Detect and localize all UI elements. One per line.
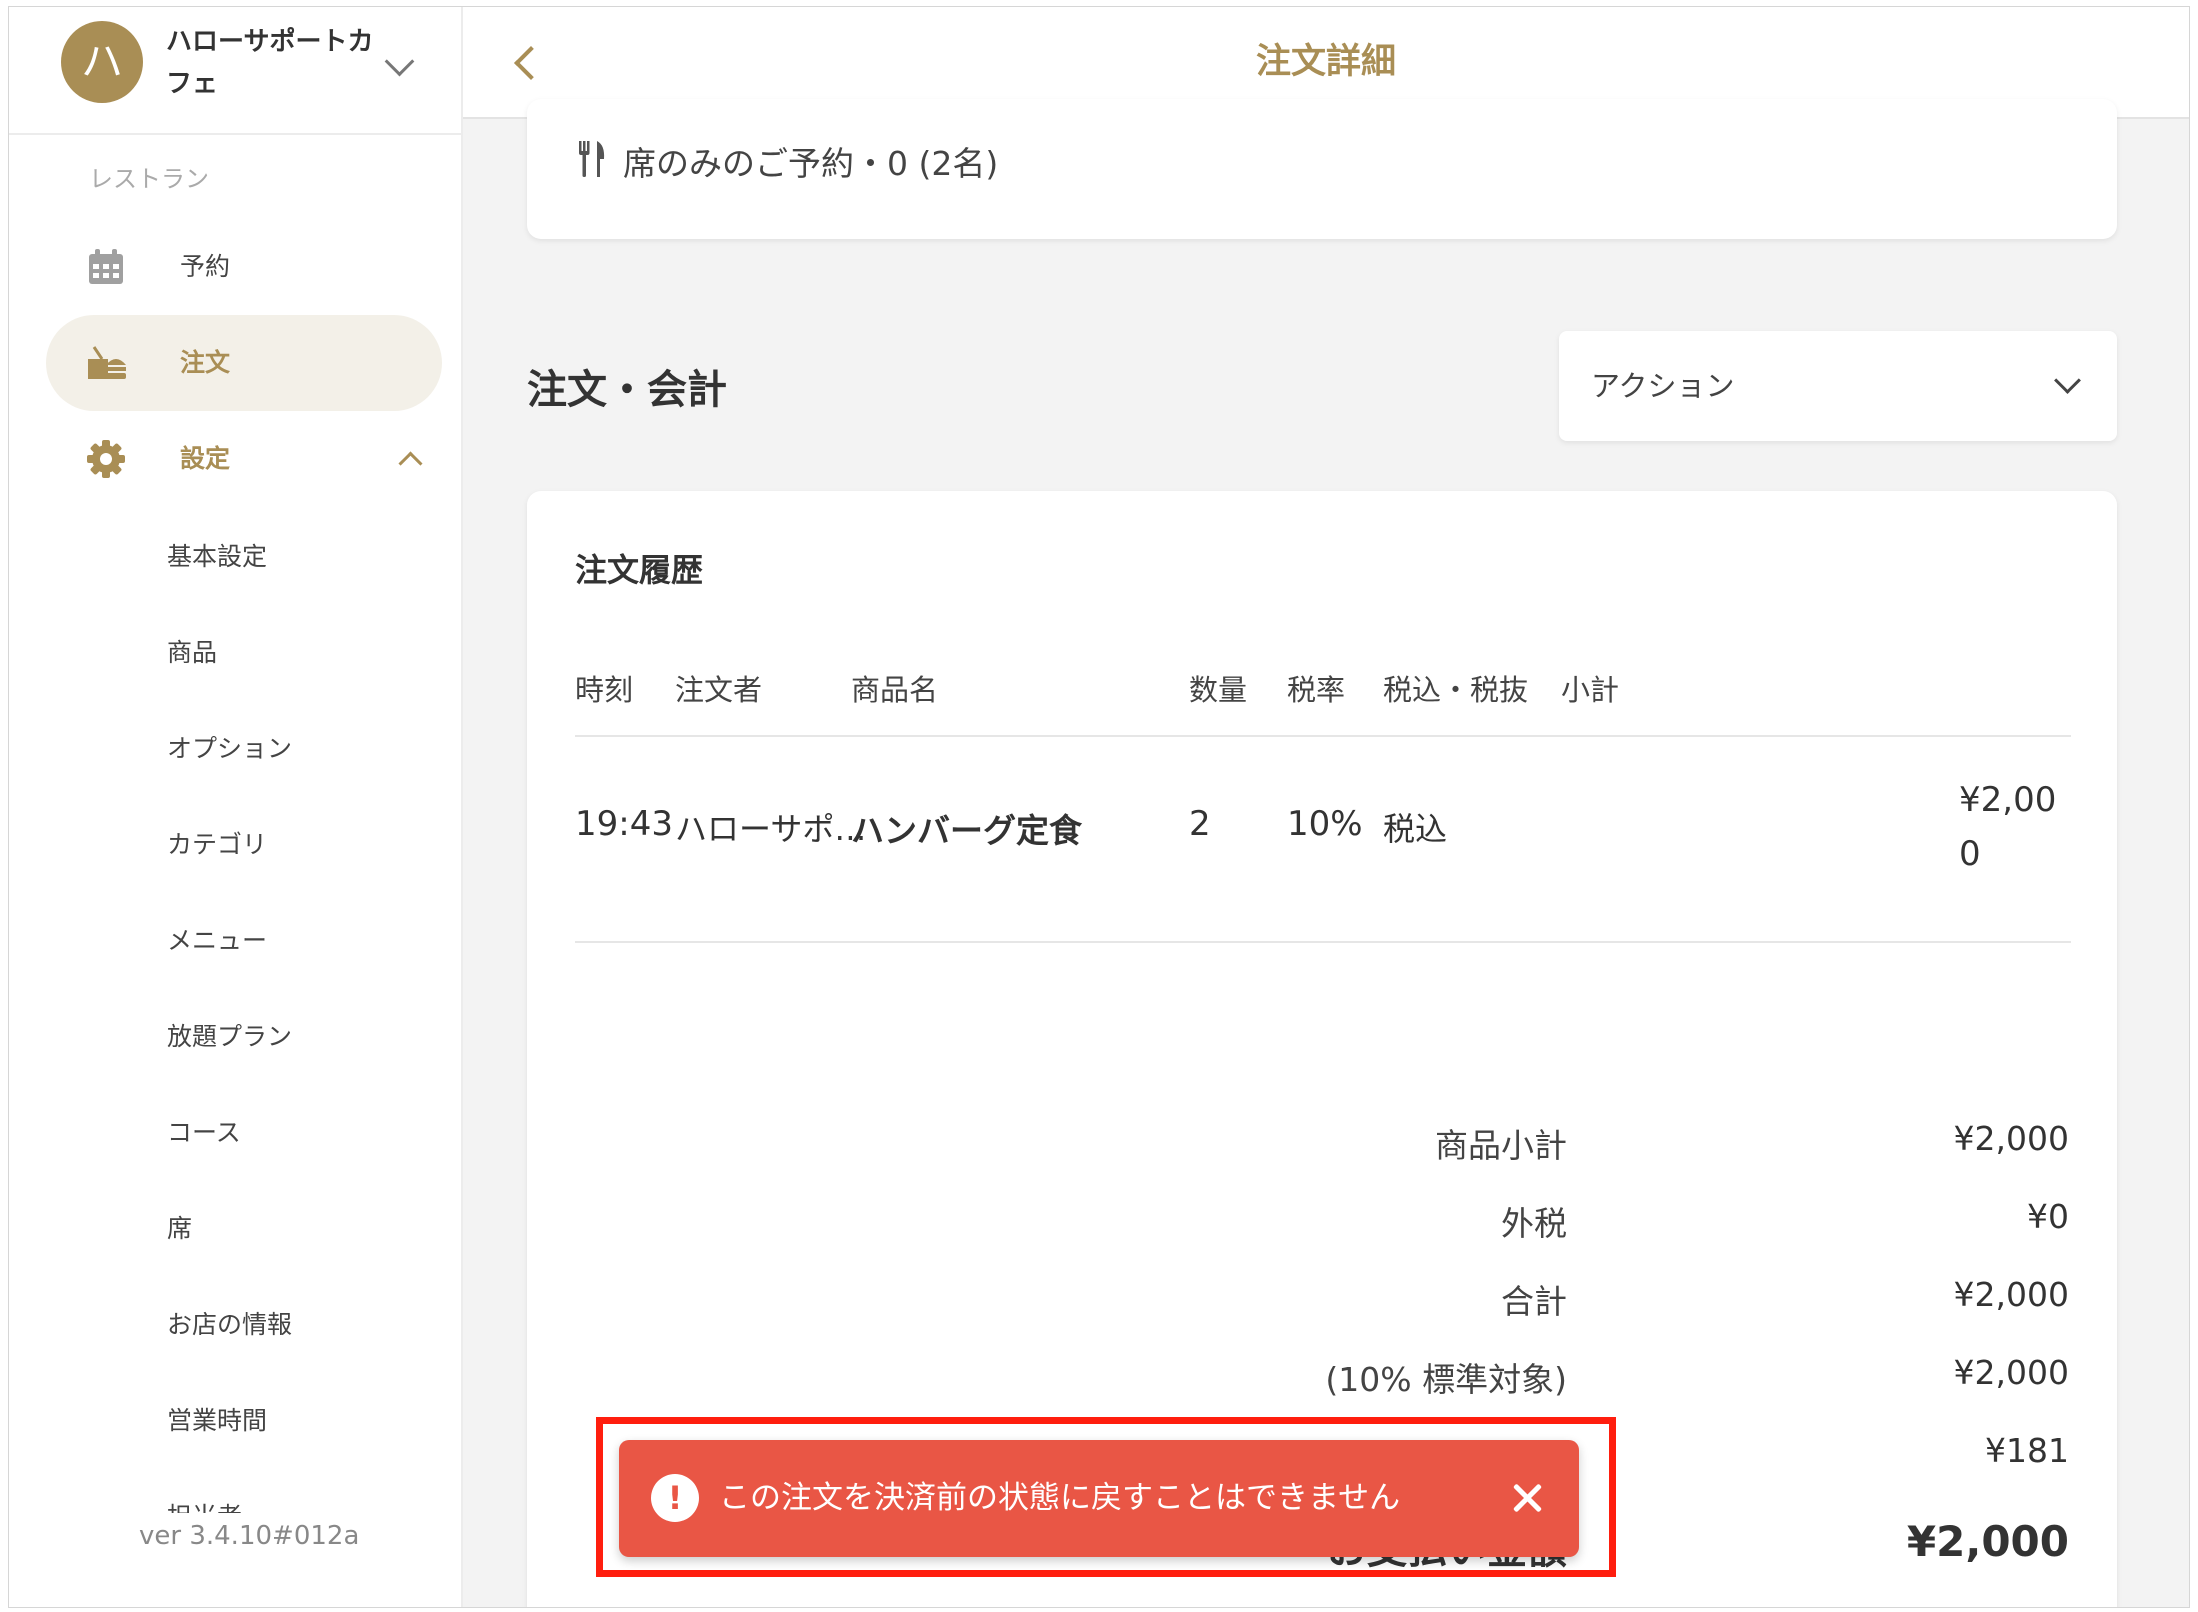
cell-time: 19:43: [575, 804, 673, 844]
payment-amount-value: ¥2,000: [1906, 1517, 2069, 1566]
column-header-quantity: 数量: [1189, 673, 1248, 707]
reservation-card: 席のみのご予約・0 (2名): [527, 99, 2117, 239]
action-select-label: アクション: [1591, 369, 1735, 403]
column-header-orderer: 注文者: [675, 673, 763, 707]
summary-value-standard-rate: ¥2,000: [1953, 1353, 2069, 1392]
column-header-subtotal: 小計: [1561, 673, 1620, 707]
sidebar-item-label: 注文: [180, 348, 231, 377]
summary-label-total: 合計: [1501, 1282, 1567, 1321]
error-toast: ! この注文を決済前の状態に戻すことはできません: [619, 1440, 1579, 1557]
summary-value-total: ¥2,000: [1953, 1275, 2069, 1314]
sidebar-item-label: 設定: [180, 444, 231, 473]
sidebar-item-label: 予約: [180, 252, 231, 281]
summary-label-item-subtotal: 商品小計: [1435, 1126, 1567, 1165]
sidebar-subitem-staff[interactable]: 担当者: [167, 1497, 242, 1513]
cell-product: ハンバーグ定食: [851, 811, 1082, 850]
shop-name: ハローサポートカフェ: [166, 27, 374, 99]
sidebar: ハ ハローサポートカフェ レストラン 予約 注文 設定 基本設定 商品 オプショ…: [9, 7, 463, 1607]
section-title: 注文・会計: [527, 367, 727, 413]
avatar: ハ: [61, 21, 143, 103]
cell-tax-rate: 10%: [1287, 804, 1363, 844]
calendar-icon: [89, 249, 123, 284]
summary-value-item-subtotal: ¥2,000: [1953, 1119, 2069, 1158]
app-window: ハ ハローサポートカフェ レストラン 予約 注文 設定 基本設定 商品 オプショ…: [8, 6, 2190, 1608]
sidebar-subitem-menu[interactable]: メニュー: [167, 921, 267, 961]
sidebar-subitem-products[interactable]: 商品: [167, 633, 217, 673]
sidebar-subitem-business-hours[interactable]: 営業時間: [167, 1401, 267, 1441]
column-header-tax-rate: 税率: [1287, 673, 1346, 707]
toast-message: この注文を決済前の状態に戻すことはできません: [719, 1480, 1401, 1516]
sidebar-subitem-basic-settings[interactable]: 基本設定: [167, 537, 267, 577]
sidebar-item-reservation[interactable]: 予約: [46, 219, 442, 315]
sidebar-subitem-category[interactable]: カテゴリ: [167, 825, 267, 865]
column-header-time: 時刻: [575, 673, 634, 707]
cell-subtotal: ¥2,000: [1959, 780, 2057, 874]
sidebar-subitem-shop-info[interactable]: お店の情報: [167, 1305, 292, 1345]
sidebar-subitem-seats[interactable]: 席: [167, 1209, 192, 1249]
alert-icon: !: [651, 1474, 699, 1522]
main-content: 席のみのご予約・0 (2名) 注文・会計 アクション 注文履歴 時刻 注文者 商…: [463, 99, 2189, 1607]
column-header-product: 商品名: [851, 673, 939, 707]
fork-knife-icon: [579, 141, 605, 177]
cell-quantity: 2: [1189, 804, 1211, 844]
shop-switcher[interactable]: ハ ハローサポートカフェ: [9, 7, 461, 135]
chevron-up-icon: [398, 451, 423, 476]
order-icon: [88, 346, 126, 379]
close-icon[interactable]: [1509, 1480, 1545, 1516]
sidebar-subitem-options[interactable]: オプション: [167, 729, 292, 769]
column-header-tax-type: 税込・税抜: [1383, 673, 1529, 707]
action-select[interactable]: アクション: [1559, 331, 2117, 441]
app-version: ver 3.4.10#012a: [139, 1521, 360, 1551]
sidebar-item-settings[interactable]: 設定: [46, 411, 442, 507]
summary-value-internal-tax: ¥181: [1985, 1431, 2069, 1470]
cell-orderer: ハローサポ…: [675, 810, 867, 848]
reservation-summary: 席のみのご予約・0 (2名): [623, 144, 999, 183]
back-button[interactable]: [511, 47, 541, 77]
summary-value-external-tax: ¥0: [2027, 1197, 2069, 1236]
chevron-down-icon: [2054, 367, 2081, 394]
sidebar-subitem-course[interactable]: コース: [167, 1113, 241, 1153]
divider: [575, 941, 2071, 943]
summary-label-standard-rate: (10% 標準対象): [1325, 1360, 1567, 1399]
section-label-restaurant: レストラン: [89, 165, 209, 193]
chevron-down-icon[interactable]: [384, 46, 415, 77]
summary-label-external-tax: 外税: [1501, 1204, 1567, 1243]
divider: [575, 735, 2071, 737]
sidebar-subitem-all-you-can-plan[interactable]: 放題プラン: [167, 1017, 292, 1057]
sidebar-item-order[interactable]: 注文: [46, 315, 442, 411]
order-history-title: 注文履歴: [575, 551, 704, 589]
gear-icon: [87, 440, 125, 478]
cell-tax-type: 税込: [1383, 810, 1448, 848]
